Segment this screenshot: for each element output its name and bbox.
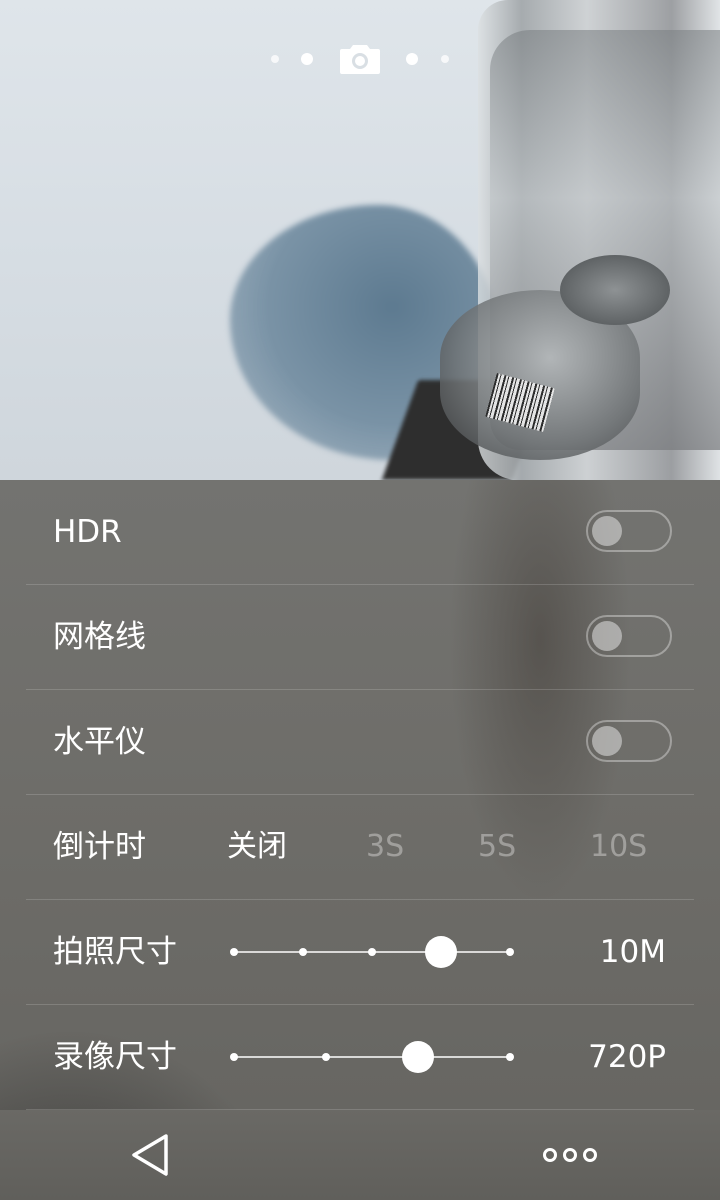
- setting-row-grid: 网格线: [26, 585, 694, 690]
- slider-tick: [299, 948, 307, 956]
- mode-dot[interactable]: [406, 53, 418, 65]
- back-triangle-icon[interactable]: [130, 1132, 172, 1178]
- slider-tick: [506, 948, 514, 956]
- timer-option-10s[interactable]: 10S: [590, 795, 647, 899]
- viewfinder-image-bottle-star: [560, 255, 670, 325]
- mode-dot[interactable]: [441, 55, 449, 63]
- timer-option-3s[interactable]: 3S: [366, 795, 404, 899]
- mode-dot[interactable]: [301, 53, 313, 65]
- setting-row-video-size: 录像尺寸 720P: [26, 1005, 694, 1110]
- slider-thumb[interactable]: [402, 1041, 434, 1073]
- toggle-knob: [592, 516, 622, 546]
- setting-row-timer: 倒计时 关闭 3S 5S 10S: [26, 795, 694, 900]
- slider-thumb[interactable]: [425, 936, 457, 968]
- more-dots-icon[interactable]: [542, 1146, 598, 1164]
- hdr-toggle[interactable]: [586, 510, 672, 552]
- navigation-bar: [0, 1110, 720, 1200]
- video-size-label: 录像尺寸: [53, 1039, 177, 1075]
- setting-row-photo-size: 拍照尺寸 10M: [26, 900, 694, 1005]
- video-size-value: 720P: [588, 1039, 666, 1075]
- mode-dot[interactable]: [271, 55, 279, 63]
- slider-tick: [230, 1053, 238, 1061]
- level-toggle[interactable]: [586, 720, 672, 762]
- photo-size-value: 10M: [599, 934, 666, 970]
- setting-row-hdr: HDR: [26, 480, 694, 585]
- timer-option-5s[interactable]: 5S: [478, 795, 516, 899]
- setting-row-level: 水平仪: [26, 690, 694, 795]
- photo-size-label: 拍照尺寸: [53, 934, 177, 970]
- camera-icon[interactable]: [340, 42, 380, 74]
- video-size-slider[interactable]: [230, 1041, 514, 1073]
- grid-label: 网格线: [53, 619, 146, 655]
- toggle-knob: [592, 726, 622, 756]
- timer-label: 倒计时: [53, 829, 146, 865]
- grid-toggle[interactable]: [586, 615, 672, 657]
- level-label: 水平仪: [53, 724, 146, 760]
- slider-tick: [230, 948, 238, 956]
- slider-tick: [506, 1053, 514, 1061]
- photo-size-slider[interactable]: [230, 936, 514, 968]
- toggle-knob: [592, 621, 622, 651]
- timer-option-off[interactable]: 关闭: [227, 795, 287, 899]
- camera-settings-panel: HDR 网格线 水平仪 倒计时 关闭 3S 5S 10S 拍照尺寸 10M 录像…: [0, 480, 720, 1110]
- mode-indicator[interactable]: [0, 38, 720, 82]
- slider-tick: [322, 1053, 330, 1061]
- slider-tick: [368, 948, 376, 956]
- hdr-label: HDR: [53, 514, 122, 550]
